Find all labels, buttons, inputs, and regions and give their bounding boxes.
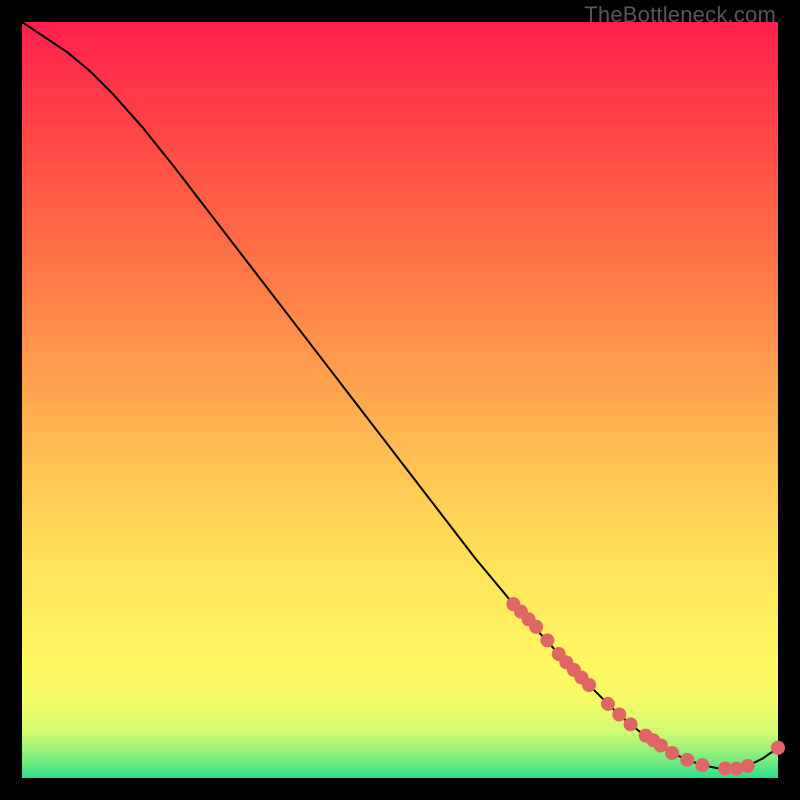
data-marker — [540, 633, 554, 647]
data-marker — [741, 759, 755, 773]
data-marker — [612, 708, 626, 722]
data-marker — [601, 697, 615, 711]
data-marker — [680, 753, 694, 767]
chart-frame: TheBottleneck.com — [0, 0, 800, 800]
data-marker — [695, 758, 709, 772]
curve-line — [22, 22, 778, 769]
data-marker — [624, 717, 638, 731]
data-marker — [582, 678, 596, 692]
data-marker — [529, 620, 543, 634]
data-marker — [771, 741, 785, 755]
data-marker — [665, 746, 679, 760]
watermark-text: TheBottleneck.com — [584, 2, 776, 28]
chart-svg — [0, 0, 800, 800]
